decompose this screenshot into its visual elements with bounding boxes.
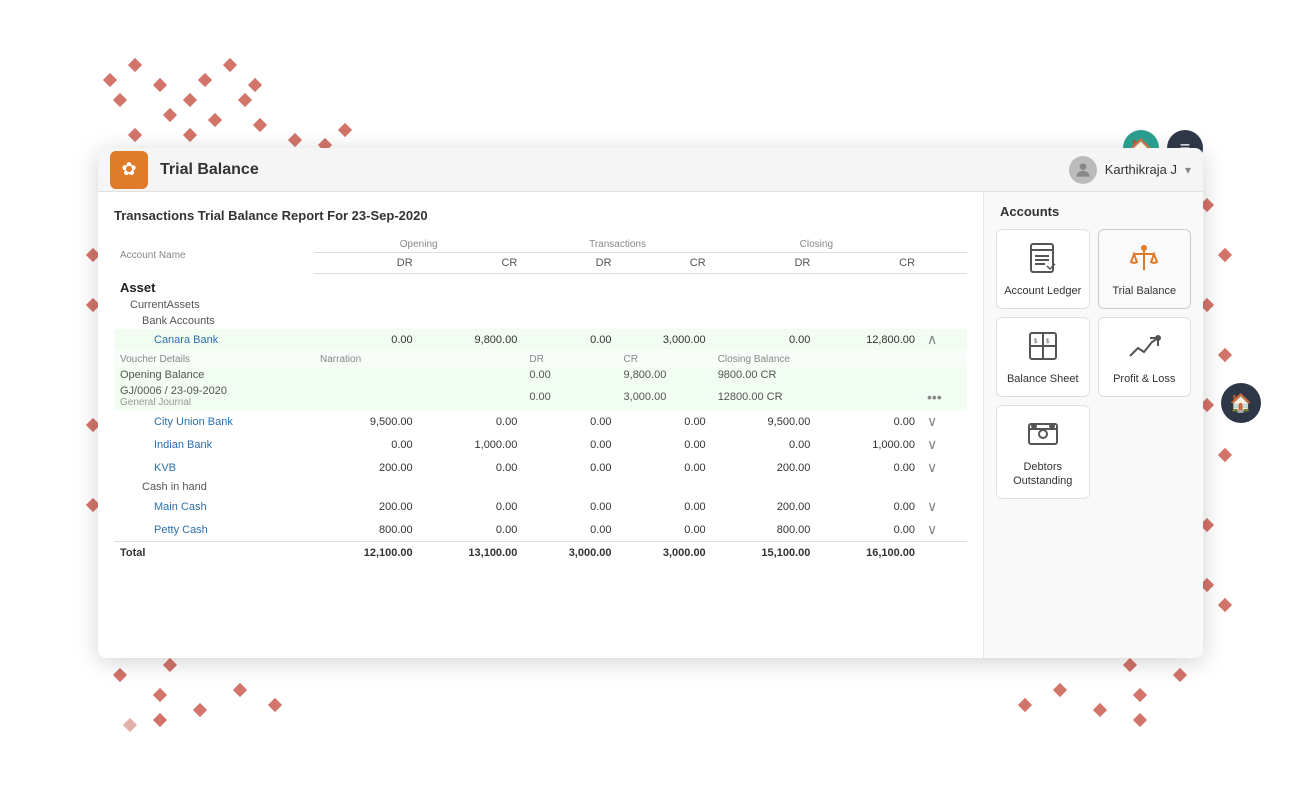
side-home-icon: 🏠 xyxy=(1230,393,1252,414)
user-name: Karthikraja J xyxy=(1105,162,1177,177)
avatar xyxy=(1069,156,1097,184)
indian-bank-name[interactable]: Indian Bank xyxy=(114,433,314,456)
voucher-row-2: GJ/0006 / 23-09-2020 General Journal 0.0… xyxy=(114,383,967,410)
expand-kvb-icon[interactable]: ∨ xyxy=(927,459,937,475)
report-title: Transactions Trial Balance Report For 23… xyxy=(114,208,967,223)
balance-sheet-icon: $ $ xyxy=(1025,328,1061,369)
city-union-bank-row: City Union Bank 9,500.00 0.00 0.00 0.00 … xyxy=(114,410,967,433)
profit-loss-icon xyxy=(1126,328,1162,369)
city-union-bank-name[interactable]: City Union Bank xyxy=(114,410,314,433)
kvb-row: KVB 200.00 0.00 0.00 0.00 200.00 0.00 ∨ xyxy=(114,456,967,479)
user-area[interactable]: Karthikraja J ▾ xyxy=(1069,156,1191,184)
profit-loss-card[interactable]: Profit & Loss xyxy=(1098,317,1192,397)
account-ledger-card[interactable]: Account Ledger xyxy=(996,229,1090,309)
sub-bank-accounts: Bank Accounts xyxy=(114,313,967,329)
col-closing-header: Closing xyxy=(712,235,921,253)
accounts-title: Accounts xyxy=(996,204,1191,219)
sub-cash-in-hand: Cash in hand xyxy=(114,479,967,495)
main-cash-row: Main Cash 200.00 0.00 0.00 0.00 200.00 0… xyxy=(114,495,967,518)
chevron-down-icon: ▾ xyxy=(1185,163,1191,177)
report-area: Transactions Trial Balance Report For 23… xyxy=(98,192,983,658)
ledger-card-label: Account Ledger xyxy=(1004,285,1081,298)
expand-canara-icon[interactable]: ∧ xyxy=(927,331,937,347)
account-cards: Account Ledger Trial Balance xyxy=(996,229,1191,499)
logo-box: ✿ xyxy=(110,151,148,189)
logo-icon: ✿ xyxy=(121,159,136,180)
indian-bank-row: Indian Bank 0.00 1,000.00 0.00 0.00 0.00… xyxy=(114,433,967,456)
debtors-icon xyxy=(1025,416,1061,457)
debtors-outstanding-card[interactable]: Debtors Outstanding xyxy=(996,405,1090,498)
main-cash-name[interactable]: Main Cash xyxy=(114,495,314,518)
sub-current-assets: CurrentAssets xyxy=(114,297,967,313)
canara-bank-row: Canara Bank 0.00 9,800.00 0.00 3,000.00 … xyxy=(114,329,967,350)
svg-text:$: $ xyxy=(1046,339,1050,345)
col-cr1: CR xyxy=(419,253,524,274)
col-cr2: CR xyxy=(618,253,712,274)
ledger-icon xyxy=(1025,240,1061,281)
main-window: 🏠 ≡ ✿ Trial Balance Karthikraja J ▾ Tran… xyxy=(98,148,1203,658)
header-bar: ✿ Trial Balance Karthikraja J ▾ xyxy=(98,148,1203,192)
kvb-name[interactable]: KVB xyxy=(114,456,314,479)
expand-city-union-icon[interactable]: ∨ xyxy=(927,413,937,429)
trial-balance-icon xyxy=(1126,240,1162,281)
profit-loss-card-label: Profit & Loss xyxy=(1113,373,1175,386)
side-nav-home[interactable]: 🏠 xyxy=(1221,383,1261,423)
voucher-row-1: Opening Balance 0.00 9,800.00 9800.00 CR xyxy=(114,367,967,383)
balance-sheet-card-label: Balance Sheet xyxy=(1007,373,1079,386)
section-asset: Asset xyxy=(114,274,967,298)
col-dr2: DR xyxy=(523,253,617,274)
col-cr3: CR xyxy=(816,253,921,274)
voucher-header: Voucher Details Narration DR CR Closing … xyxy=(114,350,967,367)
col-opening-header: Opening xyxy=(314,235,523,253)
expand-main-cash-icon[interactable]: ∨ xyxy=(927,498,937,514)
expand-indian-bank-icon[interactable]: ∨ xyxy=(927,436,937,452)
col-account-name: Account Name xyxy=(114,235,314,274)
app-title: Trial Balance xyxy=(160,161,1069,179)
svg-text:$: $ xyxy=(1034,339,1038,345)
expand-petty-cash-icon[interactable]: ∨ xyxy=(927,521,937,537)
col-dr3: DR xyxy=(712,253,817,274)
balance-sheet-card[interactable]: $ $ Balance Sheet xyxy=(996,317,1090,397)
right-panel: Accounts Account Ledger xyxy=(983,192,1203,658)
petty-cash-name[interactable]: Petty Cash xyxy=(114,518,314,542)
content-area: Transactions Trial Balance Report For 23… xyxy=(98,192,1203,658)
petty-cash-row: Petty Cash 800.00 0.00 0.00 0.00 800.00 … xyxy=(114,518,967,542)
col-transactions-header: Transactions xyxy=(523,235,711,253)
col-dr1: DR xyxy=(314,253,419,274)
canara-bank-name[interactable]: Canara Bank xyxy=(114,329,314,350)
report-table: Account Name Opening Transactions Closin… xyxy=(114,235,967,564)
voucher-dots-icon[interactable]: ••• xyxy=(927,389,942,405)
total-row: Total 12,100.00 13,100.00 3,000.00 3,000… xyxy=(114,542,967,565)
trial-balance-card[interactable]: Trial Balance xyxy=(1098,229,1192,309)
debtors-card-label: Debtors Outstanding xyxy=(1003,461,1083,487)
trial-balance-card-label: Trial Balance xyxy=(1112,285,1176,298)
